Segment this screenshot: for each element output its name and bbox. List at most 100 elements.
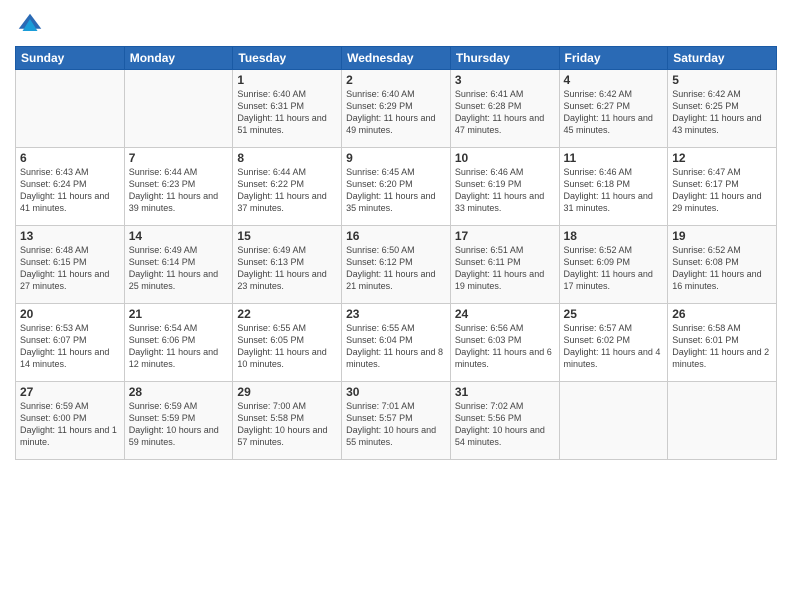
day-info: Sunrise: 6:43 AMSunset: 6:24 PMDaylight:… [20, 166, 120, 215]
day-info: Sunrise: 6:53 AMSunset: 6:07 PMDaylight:… [20, 322, 120, 371]
calendar-cell: 26Sunrise: 6:58 AMSunset: 6:01 PMDayligh… [668, 304, 777, 382]
day-info: Sunrise: 6:56 AMSunset: 6:03 PMDaylight:… [455, 322, 555, 371]
day-number: 5 [672, 73, 772, 87]
day-info: Sunrise: 6:40 AMSunset: 6:31 PMDaylight:… [237, 88, 337, 137]
week-row-3: 13Sunrise: 6:48 AMSunset: 6:15 PMDayligh… [16, 226, 777, 304]
calendar-cell: 1Sunrise: 6:40 AMSunset: 6:31 PMDaylight… [233, 70, 342, 148]
day-info: Sunrise: 6:41 AMSunset: 6:28 PMDaylight:… [455, 88, 555, 137]
day-number: 2 [346, 73, 446, 87]
day-info: Sunrise: 6:49 AMSunset: 6:13 PMDaylight:… [237, 244, 337, 293]
logo-icon [15, 10, 45, 40]
day-number: 17 [455, 229, 555, 243]
day-info: Sunrise: 6:44 AMSunset: 6:22 PMDaylight:… [237, 166, 337, 215]
day-info: Sunrise: 6:40 AMSunset: 6:29 PMDaylight:… [346, 88, 446, 137]
calendar-cell: 11Sunrise: 6:46 AMSunset: 6:18 PMDayligh… [559, 148, 668, 226]
calendar-cell [559, 382, 668, 460]
day-info: Sunrise: 6:54 AMSunset: 6:06 PMDaylight:… [129, 322, 229, 371]
day-number: 21 [129, 307, 229, 321]
day-info: Sunrise: 6:46 AMSunset: 6:19 PMDaylight:… [455, 166, 555, 215]
day-number: 15 [237, 229, 337, 243]
day-info: Sunrise: 7:00 AMSunset: 5:58 PMDaylight:… [237, 400, 337, 449]
day-number: 27 [20, 385, 120, 399]
calendar-cell: 17Sunrise: 6:51 AMSunset: 6:11 PMDayligh… [450, 226, 559, 304]
day-number: 20 [20, 307, 120, 321]
weekday-header-row: SundayMondayTuesdayWednesdayThursdayFrid… [16, 47, 777, 70]
day-number: 23 [346, 307, 446, 321]
page: SundayMondayTuesdayWednesdayThursdayFrid… [0, 0, 792, 612]
weekday-header-monday: Monday [124, 47, 233, 70]
day-number: 7 [129, 151, 229, 165]
calendar-cell: 7Sunrise: 6:44 AMSunset: 6:23 PMDaylight… [124, 148, 233, 226]
day-number: 1 [237, 73, 337, 87]
weekday-header-saturday: Saturday [668, 47, 777, 70]
day-info: Sunrise: 6:59 AMSunset: 5:59 PMDaylight:… [129, 400, 229, 449]
day-number: 14 [129, 229, 229, 243]
day-number: 31 [455, 385, 555, 399]
calendar-cell: 27Sunrise: 6:59 AMSunset: 6:00 PMDayligh… [16, 382, 125, 460]
day-number: 24 [455, 307, 555, 321]
calendar-cell: 20Sunrise: 6:53 AMSunset: 6:07 PMDayligh… [16, 304, 125, 382]
day-info: Sunrise: 6:55 AMSunset: 6:05 PMDaylight:… [237, 322, 337, 371]
weekday-header-tuesday: Tuesday [233, 47, 342, 70]
calendar-cell: 10Sunrise: 6:46 AMSunset: 6:19 PMDayligh… [450, 148, 559, 226]
day-info: Sunrise: 6:49 AMSunset: 6:14 PMDaylight:… [129, 244, 229, 293]
calendar-cell [16, 70, 125, 148]
day-info: Sunrise: 6:45 AMSunset: 6:20 PMDaylight:… [346, 166, 446, 215]
calendar-cell: 24Sunrise: 6:56 AMSunset: 6:03 PMDayligh… [450, 304, 559, 382]
weekday-header-wednesday: Wednesday [342, 47, 451, 70]
weekday-header-sunday: Sunday [16, 47, 125, 70]
day-info: Sunrise: 6:52 AMSunset: 6:09 PMDaylight:… [564, 244, 664, 293]
day-info: Sunrise: 6:59 AMSunset: 6:00 PMDaylight:… [20, 400, 120, 449]
calendar-cell: 28Sunrise: 6:59 AMSunset: 5:59 PMDayligh… [124, 382, 233, 460]
calendar-cell: 4Sunrise: 6:42 AMSunset: 6:27 PMDaylight… [559, 70, 668, 148]
day-info: Sunrise: 7:02 AMSunset: 5:56 PMDaylight:… [455, 400, 555, 449]
day-number: 18 [564, 229, 664, 243]
calendar-cell: 30Sunrise: 7:01 AMSunset: 5:57 PMDayligh… [342, 382, 451, 460]
calendar-cell: 6Sunrise: 6:43 AMSunset: 6:24 PMDaylight… [16, 148, 125, 226]
calendar-cell: 31Sunrise: 7:02 AMSunset: 5:56 PMDayligh… [450, 382, 559, 460]
day-info: Sunrise: 6:58 AMSunset: 6:01 PMDaylight:… [672, 322, 772, 371]
calendar-cell [668, 382, 777, 460]
calendar-cell: 19Sunrise: 6:52 AMSunset: 6:08 PMDayligh… [668, 226, 777, 304]
week-row-4: 20Sunrise: 6:53 AMSunset: 6:07 PMDayligh… [16, 304, 777, 382]
day-number: 3 [455, 73, 555, 87]
calendar-cell: 15Sunrise: 6:49 AMSunset: 6:13 PMDayligh… [233, 226, 342, 304]
day-info: Sunrise: 6:50 AMSunset: 6:12 PMDaylight:… [346, 244, 446, 293]
day-number: 12 [672, 151, 772, 165]
week-row-2: 6Sunrise: 6:43 AMSunset: 6:24 PMDaylight… [16, 148, 777, 226]
logo [15, 10, 49, 40]
day-number: 26 [672, 307, 772, 321]
calendar-cell: 8Sunrise: 6:44 AMSunset: 6:22 PMDaylight… [233, 148, 342, 226]
day-number: 4 [564, 73, 664, 87]
day-info: Sunrise: 7:01 AMSunset: 5:57 PMDaylight:… [346, 400, 446, 449]
day-number: 8 [237, 151, 337, 165]
calendar-cell: 23Sunrise: 6:55 AMSunset: 6:04 PMDayligh… [342, 304, 451, 382]
day-number: 19 [672, 229, 772, 243]
calendar-cell: 18Sunrise: 6:52 AMSunset: 6:09 PMDayligh… [559, 226, 668, 304]
week-row-1: 1Sunrise: 6:40 AMSunset: 6:31 PMDaylight… [16, 70, 777, 148]
calendar-cell: 29Sunrise: 7:00 AMSunset: 5:58 PMDayligh… [233, 382, 342, 460]
day-number: 29 [237, 385, 337, 399]
calendar-cell: 12Sunrise: 6:47 AMSunset: 6:17 PMDayligh… [668, 148, 777, 226]
header [15, 10, 777, 40]
calendar-cell: 5Sunrise: 6:42 AMSunset: 6:25 PMDaylight… [668, 70, 777, 148]
calendar-cell: 21Sunrise: 6:54 AMSunset: 6:06 PMDayligh… [124, 304, 233, 382]
day-info: Sunrise: 6:44 AMSunset: 6:23 PMDaylight:… [129, 166, 229, 215]
day-number: 13 [20, 229, 120, 243]
day-info: Sunrise: 6:46 AMSunset: 6:18 PMDaylight:… [564, 166, 664, 215]
day-info: Sunrise: 6:52 AMSunset: 6:08 PMDaylight:… [672, 244, 772, 293]
week-row-5: 27Sunrise: 6:59 AMSunset: 6:00 PMDayligh… [16, 382, 777, 460]
calendar-table: SundayMondayTuesdayWednesdayThursdayFrid… [15, 46, 777, 460]
day-number: 28 [129, 385, 229, 399]
weekday-header-friday: Friday [559, 47, 668, 70]
day-number: 11 [564, 151, 664, 165]
calendar-cell: 13Sunrise: 6:48 AMSunset: 6:15 PMDayligh… [16, 226, 125, 304]
day-info: Sunrise: 6:42 AMSunset: 6:27 PMDaylight:… [564, 88, 664, 137]
weekday-header-thursday: Thursday [450, 47, 559, 70]
day-info: Sunrise: 6:48 AMSunset: 6:15 PMDaylight:… [20, 244, 120, 293]
calendar-cell: 14Sunrise: 6:49 AMSunset: 6:14 PMDayligh… [124, 226, 233, 304]
day-info: Sunrise: 6:57 AMSunset: 6:02 PMDaylight:… [564, 322, 664, 371]
day-number: 10 [455, 151, 555, 165]
calendar-cell: 3Sunrise: 6:41 AMSunset: 6:28 PMDaylight… [450, 70, 559, 148]
calendar-cell: 2Sunrise: 6:40 AMSunset: 6:29 PMDaylight… [342, 70, 451, 148]
